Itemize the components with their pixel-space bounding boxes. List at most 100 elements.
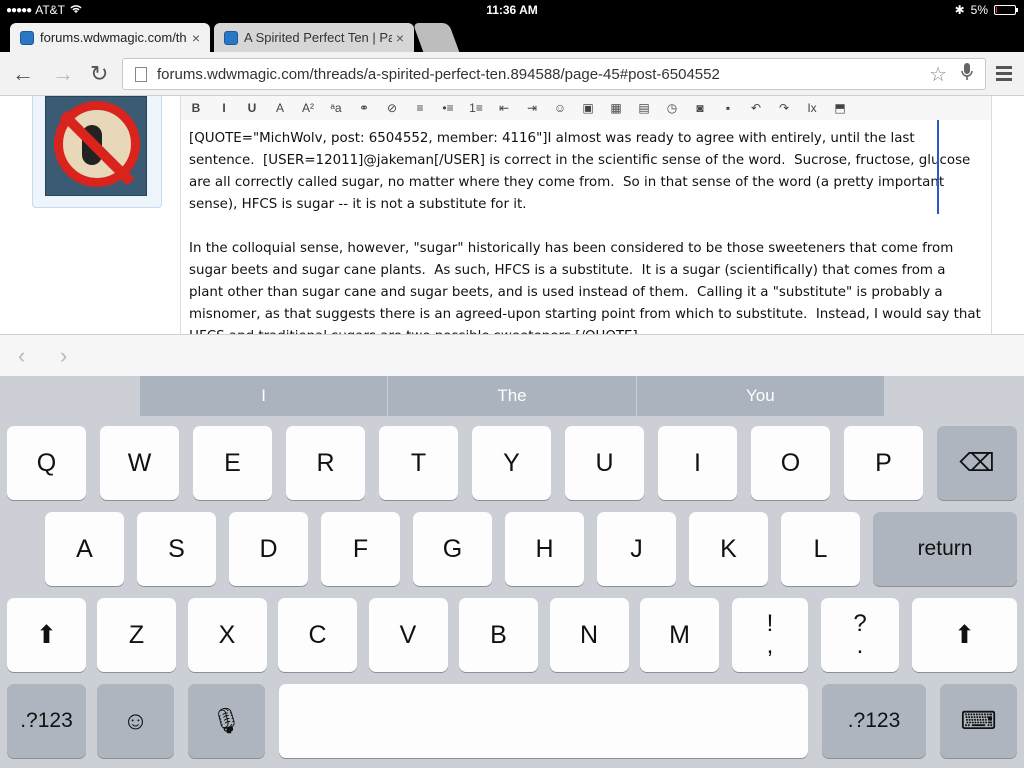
voice-search-icon[interactable] xyxy=(961,62,973,86)
key-b[interactable]: B xyxy=(459,598,538,672)
clock: 11:36 AM xyxy=(486,3,538,17)
tab-strip: forums.wdwmagic.com/th × A Spirited Perf… xyxy=(0,20,1024,52)
reload-icon[interactable]: ↻ xyxy=(90,62,108,86)
editor-tool-13-icon[interactable]: ☺ xyxy=(553,101,567,115)
address-bar[interactable]: forums.wdwmagic.com/threads/a-spirited-p… xyxy=(122,58,986,90)
shift-right-icon[interactable]: ⬆ xyxy=(912,598,1017,672)
editor-tool-11-icon[interactable]: ⇤ xyxy=(497,101,511,115)
suggestion-3[interactable]: You xyxy=(637,376,884,416)
space-bar[interactable] xyxy=(279,684,808,758)
key-l[interactable]: L xyxy=(781,512,860,586)
key-f[interactable]: F xyxy=(321,512,400,586)
editor-paragraph[interactable]: In the colloquial sense, however, "sugar… xyxy=(189,238,983,334)
editor-tool-6-icon[interactable]: ⚭ xyxy=(357,101,371,115)
key-p[interactable]: P xyxy=(844,426,923,500)
key-s[interactable]: S xyxy=(137,512,216,586)
editor-tool-3-icon[interactable]: A xyxy=(273,101,287,115)
url-text[interactable]: forums.wdwmagic.com/threads/a-spirited-p… xyxy=(157,66,929,83)
menu-icon[interactable] xyxy=(996,66,1012,84)
suggestion-2[interactable]: The xyxy=(388,376,637,416)
key-k[interactable]: K xyxy=(689,512,768,586)
key-m[interactable]: M xyxy=(640,598,719,672)
page-content: B I U A A² ᵃa ⚭ ⊘ ≡ •≡ 1≡ ⇤ ⇥ ☺ ▣ ▦ ▤ ◷ ◙ ▪ ↶ ↷ Ix ⬒ [QUOTE="Mi… xyxy=(0,96,1024,334)
numbers-key-left[interactable]: .?123 xyxy=(7,684,86,758)
close-tab-icon[interactable]: × xyxy=(192,30,200,46)
editor-tool-0-icon[interactable]: B xyxy=(189,101,203,115)
key-exclamation-comma[interactable]: !, xyxy=(732,598,808,672)
backspace-icon[interactable]: ⌫ xyxy=(937,426,1017,500)
tab-spirited-perfect-ten[interactable]: A Spirited Perfect Ten | Pa × xyxy=(214,23,414,52)
key-n[interactable]: N xyxy=(549,598,629,672)
key-t[interactable]: T xyxy=(379,426,458,500)
editor-tool-15-icon[interactable]: ▦ xyxy=(609,101,623,115)
editor-tool-14-icon[interactable]: ▣ xyxy=(581,101,595,115)
forward-icon[interactable]: → xyxy=(52,62,74,86)
key-g[interactable]: G xyxy=(413,512,492,586)
key-o[interactable]: O xyxy=(751,426,830,500)
editor-tool-20-icon[interactable]: ↶ xyxy=(749,101,763,115)
editor-tool-22-icon[interactable]: Ix xyxy=(805,101,819,115)
key-w[interactable]: W xyxy=(100,426,179,500)
reply-editor[interactable]: [QUOTE="MichWolv, post: 6504552, member:… xyxy=(180,120,992,334)
editor-tool-7-icon[interactable]: ⊘ xyxy=(385,101,399,115)
numbers-key-right[interactable]: .?123 xyxy=(822,684,926,758)
keyboard-accessory-bar: ‹ › xyxy=(0,334,1024,376)
site-favicon-icon xyxy=(224,30,238,45)
key-y[interactable]: Y xyxy=(472,426,551,500)
key-z[interactable]: Z xyxy=(97,598,176,672)
key-h[interactable]: H xyxy=(505,512,584,586)
new-tab-button[interactable] xyxy=(412,23,460,52)
page-icon xyxy=(135,66,147,82)
status-bar: ●●●●● AT&T 11:36 AM ✱ 5% xyxy=(0,0,1024,20)
site-favicon-icon xyxy=(20,30,34,45)
bookmark-star-icon[interactable]: ☆ xyxy=(929,62,947,87)
previous-field-icon[interactable]: ‹ xyxy=(18,343,25,369)
browser-toolbar: ← → ↻ forums.wdwmagic.com/threads/a-spir… xyxy=(0,52,1024,96)
editor-tool-17-icon[interactable]: ◷ xyxy=(665,101,679,115)
key-e[interactable]: E xyxy=(193,426,272,500)
key-r[interactable]: R xyxy=(286,426,365,500)
predictive-suggestions: I The You xyxy=(140,376,884,416)
editor-tool-4-icon[interactable]: A² xyxy=(301,101,315,115)
editor-tool-18-icon[interactable]: ◙ xyxy=(693,101,707,115)
editor-tool-10-icon[interactable]: 1≡ xyxy=(469,101,483,115)
battery-percentage: 5% xyxy=(970,3,988,17)
editor-tool-23-icon[interactable]: ⬒ xyxy=(833,101,847,115)
shift-left-icon[interactable]: ⬆ xyxy=(7,598,86,672)
editor-tool-19-icon[interactable]: ▪ xyxy=(721,101,735,115)
editor-tool-1-icon[interactable]: I xyxy=(217,101,231,115)
key-j[interactable]: J xyxy=(597,512,676,586)
key-i[interactable]: I xyxy=(658,426,737,500)
hide-keyboard-icon[interactable]: ⌨ xyxy=(940,684,1017,758)
key-a[interactable]: A xyxy=(45,512,124,586)
close-tab-icon[interactable]: × xyxy=(396,30,404,46)
battery-level xyxy=(996,7,997,13)
editor-tool-9-icon[interactable]: •≡ xyxy=(441,101,455,115)
key-v[interactable]: V xyxy=(368,598,448,672)
key-c[interactable]: C xyxy=(278,598,357,672)
editor-tool-8-icon[interactable]: ≡ xyxy=(413,101,427,115)
editor-paragraph[interactable]: [QUOTE="MichWolv, post: 6504552, member:… xyxy=(189,128,983,216)
next-field-icon[interactable]: › xyxy=(60,343,67,369)
key-d[interactable]: D xyxy=(229,512,308,586)
back-icon[interactable]: ← xyxy=(12,62,34,86)
return-key[interactable]: return xyxy=(873,512,1017,586)
editor-tool-5-icon[interactable]: ᵃa xyxy=(329,101,343,115)
key-x[interactable]: X xyxy=(187,598,267,672)
suggestion-1[interactable]: I xyxy=(140,376,389,416)
key-question-period[interactable]: ?. xyxy=(821,598,899,672)
bluetooth-icon: ✱ xyxy=(954,3,965,17)
editor-tool-21-icon[interactable]: ↷ xyxy=(777,101,791,115)
emoji-icon[interactable]: ☺ xyxy=(97,684,174,758)
tab-forums[interactable]: forums.wdwmagic.com/th × xyxy=(10,23,210,52)
key-u[interactable]: U xyxy=(565,426,644,500)
tab-title: forums.wdwmagic.com/th xyxy=(40,30,187,45)
editor-tool-16-icon[interactable]: ▤ xyxy=(637,101,651,115)
dictation-mic-icon[interactable]: 🎙 xyxy=(188,684,265,758)
editor-toolbar: B I U A A² ᵃa ⚭ ⊘ ≡ •≡ 1≡ ⇤ ⇥ ☺ ▣ ▦ ▤ ◷ ◙ ▪ ↶ ↷ Ix ⬒ xyxy=(180,96,992,120)
editor-tool-2-icon[interactable]: U xyxy=(245,101,259,115)
battery-icon xyxy=(994,5,1018,15)
editor-tool-12-icon[interactable]: ⇥ xyxy=(525,101,539,115)
key-q[interactable]: Q xyxy=(7,426,86,500)
avatar[interactable] xyxy=(45,96,147,196)
